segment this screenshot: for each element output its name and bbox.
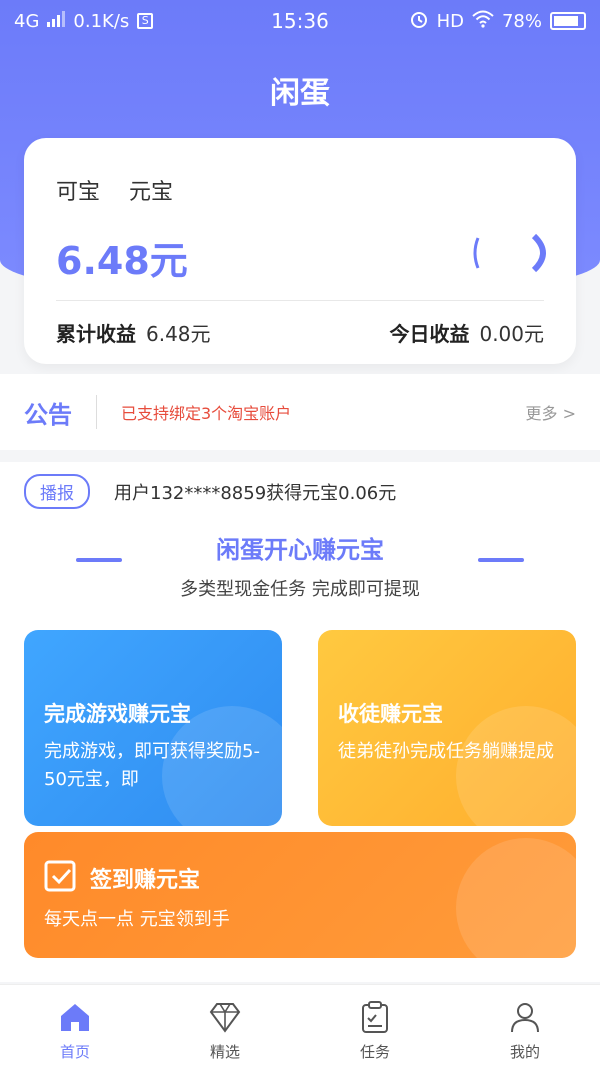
signal-icon	[47, 10, 66, 32]
network-speed: 0.1K/s	[73, 10, 130, 32]
task-card-signin[interactable]: 签到赚元宝 每天点一点 元宝领到手	[24, 832, 576, 958]
home-icon	[61, 1004, 89, 1031]
tab-profile-label: 我的	[509, 1043, 540, 1061]
tab-tasks[interactable]: 任务	[300, 985, 450, 1067]
tab-bar: 首页 精选 任务 我的	[0, 984, 600, 1067]
tab-profile[interactable]: 我的	[450, 985, 600, 1067]
card-decoration	[456, 706, 576, 826]
task-invite-title: 收徒赚元宝	[338, 702, 443, 726]
card-decoration	[456, 838, 576, 958]
notice-text[interactable]: 已支持绑定3个淘宝账户	[121, 400, 526, 424]
balance-card[interactable]: 可宝 元宝 6.48元 累计收益 6.48元 今日收益 0.00元	[24, 138, 576, 364]
task-card-invite[interactable]: 收徒赚元宝 徒弟徒孙完成任务躺赚提成	[318, 630, 576, 826]
battery-percent: 78%	[501, 10, 542, 32]
notice-separator	[96, 395, 97, 429]
notice-bar[interactable]: 公告 已支持绑定3个淘宝账户 更多 >	[0, 374, 600, 450]
status-bar: 4G 0.1K/s S 15:36 HD 78%	[0, 0, 600, 42]
notice-more-link[interactable]: 更多 >	[526, 400, 577, 424]
status-time: 15:36	[271, 9, 329, 33]
status-left: 4G 0.1K/s S	[14, 10, 234, 32]
battery-icon	[550, 12, 586, 30]
tab-home-label: 首页	[59, 1043, 90, 1061]
total-earnings-label: 累计收益	[56, 322, 136, 346]
broadcast-text: 用户132****8859获得元宝0.06元	[114, 482, 397, 504]
tab-tasks-label: 任务	[359, 1043, 390, 1061]
clipboard-icon	[362, 1001, 388, 1033]
broadcast-tag: 播报	[24, 474, 90, 509]
balance-divider	[56, 300, 544, 301]
task-signin-title: 签到赚元宝	[90, 868, 201, 893]
balance-amount: 6.48元	[56, 239, 188, 283]
section-subtitle: 多类型现金任务 完成即可提现	[180, 579, 420, 600]
today-earnings: 今日收益 0.00元	[389, 318, 544, 347]
sim-icon: S	[137, 13, 154, 29]
balance-label: 可宝 元宝	[56, 174, 195, 206]
tab-featured-label: 精选	[209, 1043, 240, 1061]
total-earnings-value: 6.48元	[146, 322, 211, 346]
app-title: 闲蛋	[270, 76, 330, 111]
section-header: 闲蛋开心赚元宝 多类型现金任务 完成即可提现	[0, 530, 600, 601]
hd-indicator: HD	[436, 10, 464, 32]
balance-label-secondary: 元宝	[129, 180, 174, 205]
task-card-game[interactable]: 完成游戏赚元宝 完成游戏，即可获得奖励5-50元宝，即	[24, 630, 282, 826]
notice-title: 公告	[24, 400, 72, 429]
task-signin-desc: 每天点一点 元宝领到手	[44, 909, 230, 930]
diamond-icon	[209, 1003, 241, 1033]
today-earnings-value: 0.00元	[479, 322, 544, 346]
network-indicator: 4G	[14, 10, 40, 32]
wifi-icon	[472, 10, 494, 33]
alarm-icon	[409, 9, 429, 34]
task-invite-desc: 徒弟徒孙完成任务躺赚提成	[338, 741, 554, 762]
tab-home[interactable]: 首页	[0, 985, 150, 1067]
checkbox-icon	[44, 860, 76, 892]
total-earnings: 累计收益 6.48元	[56, 318, 211, 347]
decoration-arc-icon	[473, 233, 546, 273]
tab-featured[interactable]: 精选	[150, 985, 300, 1067]
task-game-title: 完成游戏赚元宝	[44, 702, 191, 726]
balance-label-primary: 可宝	[56, 180, 101, 205]
section-title: 闲蛋开心赚元宝	[216, 536, 384, 564]
status-right: HD 78%	[366, 9, 586, 34]
user-icon	[511, 1003, 539, 1033]
broadcast: 播报 用户132****8859获得元宝0.06元	[24, 474, 396, 509]
task-game-desc: 完成游戏，即可获得奖励5-50元宝，即	[44, 741, 260, 790]
main-panel: 播报 用户132****8859获得元宝0.06元 闲蛋开心赚元宝 多类型现金任…	[0, 462, 600, 982]
today-earnings-label: 今日收益	[389, 322, 470, 346]
